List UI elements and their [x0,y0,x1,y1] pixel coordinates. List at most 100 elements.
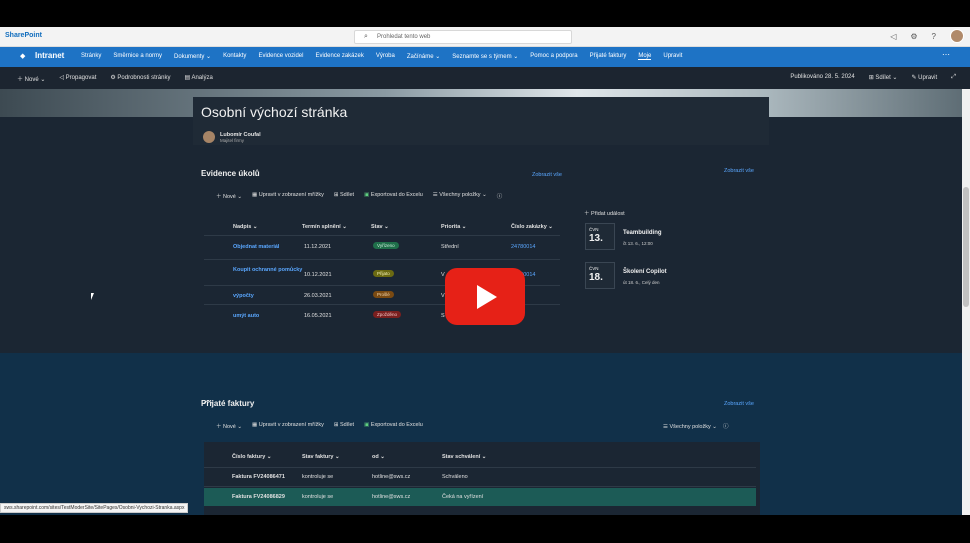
event-month: ČVN [589,266,599,271]
col-header[interactable]: Priorita ⌄ [441,224,466,230]
nav-link[interactable]: Kontakty [223,53,246,60]
col-header[interactable]: od ⌄ [372,454,385,460]
label: Nové [223,194,236,200]
invoices-grid-button[interactable]: ▦ Upravit v zobrazení mřížky [252,422,324,430]
tasks-see-all-link[interactable]: Zobrazit vše [532,172,562,178]
event-title[interactable]: Školení Copilot [623,269,667,275]
more-icon[interactable]: ⋯ [942,50,950,59]
expand-icon[interactable]: ⤢ [951,74,956,81]
task-title[interactable]: Objednat materiál [233,244,279,250]
task-date: 26.03.2021 [304,293,332,299]
info-icon[interactable]: ⓘ [723,424,729,430]
event-title[interactable]: Teambuilding [623,230,662,236]
label: Sdílet [340,422,355,428]
col-header[interactable]: Stav schválení ⌄ [442,454,486,460]
status-badge: Prošlé [373,291,394,298]
site-title[interactable]: Intranet [35,51,64,60]
task-title[interactable]: výpočty [233,293,254,299]
col-header[interactable]: Číslo zakázky ⌄ [511,224,553,230]
video-viewport[interactable]: SharePoint ⌕ Prohledat tento web ◁ ⚙ ? ◆… [0,27,970,515]
tasks-view-select[interactable]: ☰ Všechny položky ⌄ [433,192,487,200]
status-text: Prošlé [373,291,394,298]
share-label: Sdílet [875,75,891,81]
share-button[interactable]: ⊞ Sdílet ⌄ [869,74,898,81]
events-see-all-link[interactable]: Zobrazit vše [724,168,754,174]
edit-button[interactable]: ✎ Upravit [911,74,937,81]
edit-label: Upravit [918,75,938,81]
invoices-title[interactable]: Přijaté faktury [201,399,254,408]
author-avatar [203,131,215,143]
add-event-button[interactable]: ＋ Přidat událost [584,209,625,217]
nav-link-active[interactable]: Moje [638,53,652,60]
author-name[interactable]: Lubomír Coufal [220,132,261,138]
task-title[interactable]: Koupit ochranné pomůcky [233,267,302,273]
nav-edit-link[interactable]: Upravit [663,53,682,60]
analytics-button[interactable]: ▤ Analýza [184,74,212,83]
search-input[interactable]: ⌕ Prohledat tento web [354,30,572,44]
col-header[interactable]: Termín splnění ⌄ [302,224,347,230]
tasks-new-button[interactable]: ＋ Nové ⌄ [216,192,242,200]
invoices-share-button[interactable]: ⊞ Sdílet [334,422,354,430]
nav-link[interactable]: Dokumenty ⌄ [174,53,211,60]
label: Priorita [441,224,461,230]
invoice-number[interactable]: Faktura FV24086829 [232,494,285,500]
tasks-grid-button[interactable]: ▦ Upravit v zobrazení mřížky [252,192,324,200]
nav-link[interactable]: Evidence vozidel [258,53,303,60]
status-url: sws.sharepoint.com/sites/TestModerSite/S… [0,503,189,513]
col-header[interactable]: Stav ⌄ [371,224,389,230]
invoice-number[interactable]: Faktura FV24086471 [232,474,285,480]
info-icon[interactable]: ⓘ [497,192,503,200]
play-button[interactable] [445,268,525,325]
nav-link[interactable]: Začínáme ⌄ [407,53,440,60]
new-label: Nové [24,77,39,83]
page-title: Osobní výchozí stránka [201,104,348,120]
label: Číslo faktury [232,454,266,460]
gear-icon[interactable]: ⚙ [910,32,917,41]
task-date: 10.12.2021 [304,272,332,278]
scrollbar-thumb[interactable] [963,187,969,307]
col-header[interactable]: Číslo faktury ⌄ [232,454,271,460]
col-header[interactable]: Nadpis ⌄ [233,224,257,230]
new-button[interactable]: ＋ Nové ⌄ [17,74,45,83]
page-details-button[interactable]: ⚙ Podrobnosti stránky [110,74,170,83]
invoices-see-all-link[interactable]: Zobrazit vše [724,401,754,407]
task-date: 11.12.2021 [304,244,332,250]
invoices-new-button[interactable]: ＋ Nové ⌄ [216,422,242,430]
status-badge: Zpožděno [373,311,402,318]
author-block: Lubomír Coufal Majitel firmy [203,131,261,143]
scrollbar[interactable] [962,89,970,515]
promote-button[interactable]: ◁ Propagovat [59,74,96,83]
published-status: Publikováno 28. 5. 2024 [790,74,855,80]
nav-link[interactable]: Směrnice a normy [113,53,162,60]
task-order[interactable]: 24780014 [511,244,535,250]
invoices-export-button[interactable]: ▣ Exportovat do Excelu [364,422,423,430]
task-priority: Střední [441,244,459,250]
megaphone-icon[interactable]: ◁ [890,32,896,41]
event-day: 13. [589,233,603,244]
nav-link[interactable]: Výroba [376,53,395,60]
nav-link[interactable]: Seznamte se s týmem ⌄ [452,53,518,60]
event-date-tile[interactable]: ČVN 18. [585,262,615,289]
tasks-export-button[interactable]: ▣ Exportovat do Excelu [364,192,423,200]
label: Číslo zakázky [511,224,547,230]
label: Nadpis [233,224,252,230]
invoices-view-select[interactable]: ☰ Všechny položky ⌄ ⓘ [663,422,729,430]
sharepoint-brand[interactable]: SharePoint [5,32,42,39]
suite-icons: ◁ ⚙ ? [890,29,964,43]
nav-link[interactable]: Pomoc a podpora [530,53,577,60]
task-priority: V [441,272,445,278]
nav-link[interactable]: Evidence zakázek [315,53,363,60]
help-icon[interactable]: ? [932,32,936,41]
invoice-from: hotline@sws.cz [372,474,411,480]
event-date-tile[interactable]: ČVN 13. [585,223,615,250]
tasks-share-button[interactable]: ⊞ Sdílet [334,192,354,200]
avatar[interactable] [950,29,964,43]
event-month: ČVN [589,227,599,232]
col-header[interactable]: Stav faktury ⌄ [302,454,340,460]
nav-link[interactable]: Přijaté faktury [590,53,627,60]
tasks-toolbar: ＋ Nové ⌄ ▦ Upravit v zobrazení mřížky ⊞ … [216,192,502,200]
app-launcher-icon[interactable]: ◆ [20,52,25,60]
nav-link[interactable]: Stránky [81,53,101,60]
tasks-title[interactable]: Evidence úkolů [201,169,260,178]
task-title[interactable]: umýt auto [233,313,259,319]
